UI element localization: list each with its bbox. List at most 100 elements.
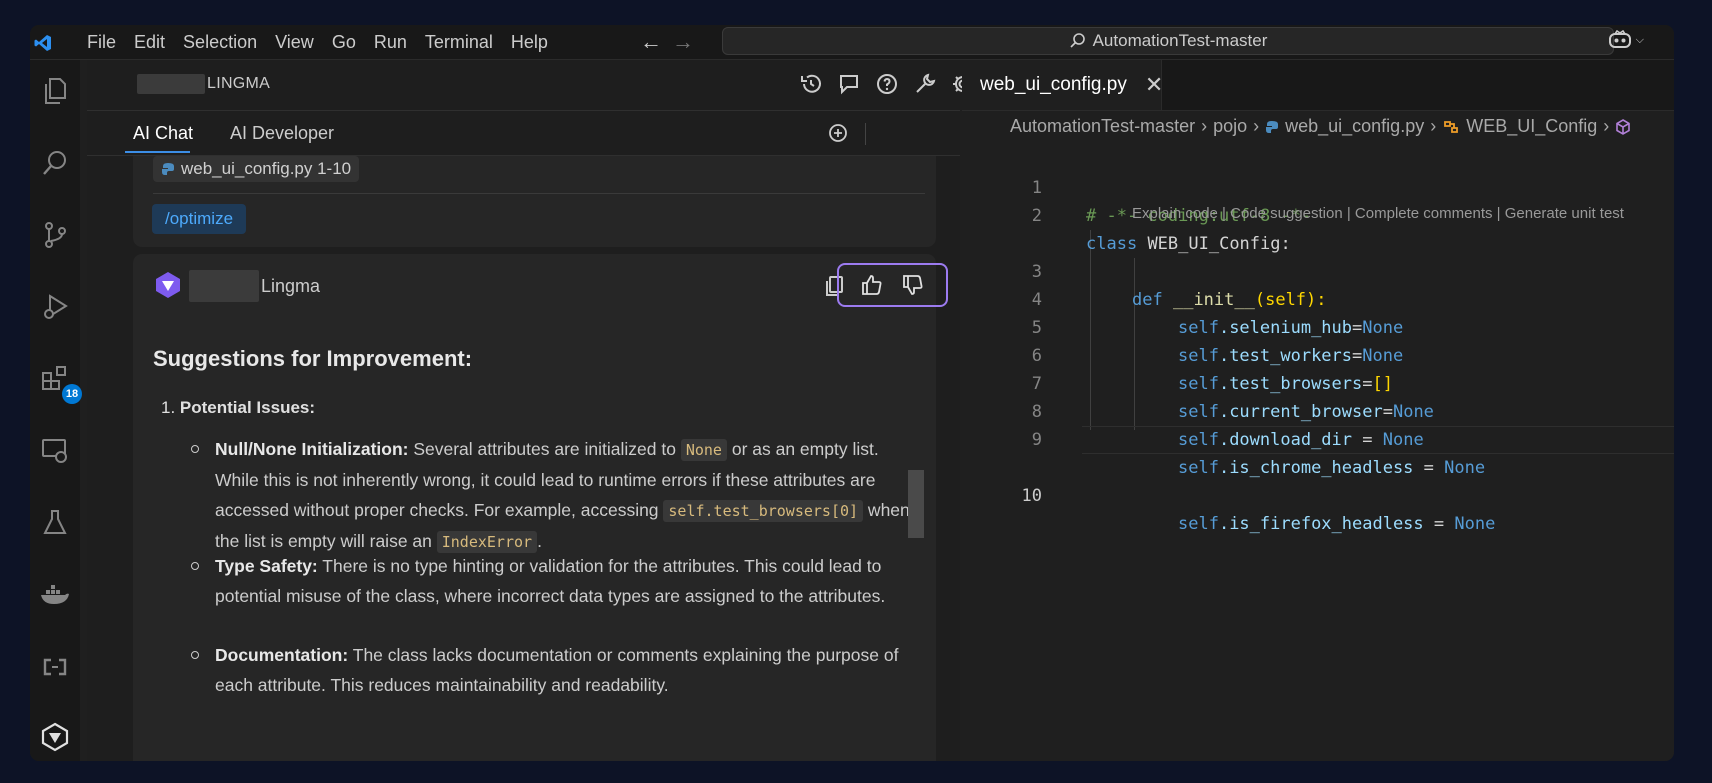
indent-guide (1134, 258, 1135, 430)
menu-go[interactable]: Go (323, 25, 365, 59)
menu-file[interactable]: File (78, 25, 125, 59)
history-navigation: ← → (640, 25, 694, 59)
breadcrumb: AutomationTest-master › pojo › web_ui_co… (1010, 116, 1631, 137)
activity-bar: 18 (30, 60, 82, 761)
context-file-chip[interactable]: web_ui_config.py 1-10 (153, 156, 360, 182)
chevron-right-icon: › (1430, 116, 1437, 136)
answer-author: Lingma (261, 276, 321, 296)
code-text: self.selenium_hub=None (1178, 318, 1404, 338)
menu-help[interactable]: Help (502, 25, 557, 59)
command-chip[interactable]: /optimize (152, 204, 247, 234)
code-line-4: 4 self.selenium_hub=None (962, 258, 1403, 338)
line-number: 10 (1021, 486, 1042, 506)
history-icon[interactable] (797, 70, 825, 98)
extensions-badge: 18 (62, 384, 82, 404)
code-text: self.is_firefox_headless = None (1178, 514, 1496, 534)
chat-scroll-area[interactable]: web_ui_config.py 1-10 /optimize Lingma S… (87, 156, 960, 761)
thumbs-up-icon[interactable] (860, 273, 884, 302)
codelens-actions[interactable]: Explain code | Code suggestion | Complet… (1132, 202, 1624, 226)
lingma-panel: LINGMA AI Chat AI Developer web_ui_confi… (87, 60, 977, 761)
python-file-icon (162, 163, 174, 175)
vscode-window: File Edit Selection View Go Run Terminal… (30, 25, 1674, 761)
breadcrumb-item[interactable]: WEB_UI_Config (1466, 116, 1597, 137)
thumbs-down-icon[interactable] (901, 273, 925, 302)
chevron-right-icon: › (1201, 116, 1208, 136)
breadcrumb-item[interactable]: web_ui_config.py (1285, 116, 1424, 137)
bullet-dot (191, 445, 199, 453)
active-tab-indicator (125, 151, 190, 153)
bullet-title: Null/None Initialization: (215, 439, 409, 459)
wrench-icon[interactable] (911, 70, 939, 98)
editor-tab-web-ui-config[interactable]: web_ui_config.py ✕ (962, 60, 1163, 110)
explorer-icon[interactable] (38, 74, 72, 108)
inline-code: IndexError (436, 531, 538, 553)
menu-run[interactable]: Run (365, 25, 416, 59)
menu-terminal[interactable]: Terminal (416, 25, 502, 59)
bullet-title: Documentation: (215, 645, 349, 665)
code-line-5: 5 self.test_workers=None (962, 286, 1403, 366)
close-icon[interactable]: ✕ (1145, 72, 1163, 98)
testing-flask-icon[interactable] (38, 506, 72, 540)
remote-explorer-icon[interactable] (38, 434, 72, 468)
inline-code: self.test_browsers[0] (663, 500, 864, 522)
code-text: self.test_workers=None (1178, 346, 1404, 366)
context-file-label: web_ui_config.py 1-10 (181, 159, 352, 178)
bullet-text: Null/None Initialization: Several attrib… (215, 434, 921, 557)
code-line-1: 1 # -*- coding:utf-8 -*- (962, 146, 1311, 226)
forward-arrow-icon[interactable]: → (672, 29, 694, 55)
feedback-icon[interactable] (835, 70, 863, 98)
indent-guide (1090, 230, 1091, 430)
bullet-documentation: Documentation: The class lacks documenta… (191, 640, 921, 700)
code-text: self.current_browser=None (1178, 402, 1434, 422)
copilot-button[interactable]: ⌵ (1608, 30, 1644, 50)
card-divider (153, 193, 925, 194)
new-chat-icon[interactable] (827, 122, 849, 149)
chevron-right-icon: › (1603, 116, 1610, 136)
source-control-icon[interactable] (38, 218, 72, 252)
bullet-dot (191, 651, 199, 659)
copilot-icon (1608, 30, 1631, 48)
vscode-logo-icon (33, 33, 53, 58)
python-file-icon (1266, 120, 1279, 133)
chevron-right-icon: › (1253, 116, 1260, 136)
back-arrow-icon[interactable]: ← (640, 29, 662, 55)
title-bar: File Edit Selection View Go Run Terminal… (30, 25, 1674, 60)
chat-scrollbar-thumb[interactable] (908, 470, 924, 538)
panel-title: LINGMA (207, 75, 271, 92)
item-title: Potential Issues: (179, 398, 316, 417)
answer-heading: Suggestions for Improvement: (153, 346, 473, 371)
code-line-9: 9 self.is_chrome_headless = None (962, 398, 1485, 478)
menu-selection[interactable]: Selection (174, 25, 266, 59)
code-text: self.test_browsers=[] (1178, 374, 1393, 394)
search-icon[interactable] (38, 146, 72, 180)
panel-header-actions (797, 70, 977, 98)
redacted-author (189, 270, 259, 302)
code-line-6: 6 self.test_browsers=[] (962, 314, 1393, 394)
bullet-type-safety: Type Safety: There is no type hinting or… (191, 551, 921, 611)
bullet-dot (191, 562, 199, 570)
command-center-search[interactable]: AutomationTest-master (722, 27, 1614, 55)
breadcrumb-item[interactable]: AutomationTest-master (1010, 116, 1195, 137)
code-text: class WEB_UI_Config: (1086, 234, 1291, 254)
extensions-icon[interactable]: 18 (38, 362, 82, 404)
editor-area: web_ui_config.py ✕ AutomationTest-master… (962, 60, 1674, 761)
docker-icon[interactable] (38, 578, 72, 612)
menu-edit[interactable]: Edit (125, 25, 174, 59)
breadcrumb-item[interactable]: pojo (1213, 116, 1247, 137)
tab-ai-chat[interactable]: AI Chat (133, 123, 193, 144)
user-message-card: web_ui_config.py 1-10 /optimize (133, 156, 936, 247)
help-icon[interactable] (873, 70, 901, 98)
code-text: self.is_chrome_headless = None (1178, 458, 1486, 478)
editor-tab-bar: web_ui_config.py ✕ (962, 60, 1674, 111)
lingma-icon[interactable] (38, 720, 72, 754)
editor-tab-label: web_ui_config.py (980, 74, 1127, 95)
method-symbol-icon (1616, 118, 1631, 135)
run-debug-icon[interactable] (38, 290, 72, 324)
menu-view[interactable]: View (266, 25, 323, 59)
lingma-avatar-icon (153, 270, 183, 305)
current-line-highlight (1082, 426, 1674, 454)
code-text: def __init__(self): (1132, 290, 1327, 310)
tab-ai-developer[interactable]: AI Developer (230, 123, 334, 144)
remote-connection-icon[interactable] (38, 650, 72, 684)
ai-answer-card: Lingma Suggestions for Improvement: 1. P… (133, 254, 948, 761)
